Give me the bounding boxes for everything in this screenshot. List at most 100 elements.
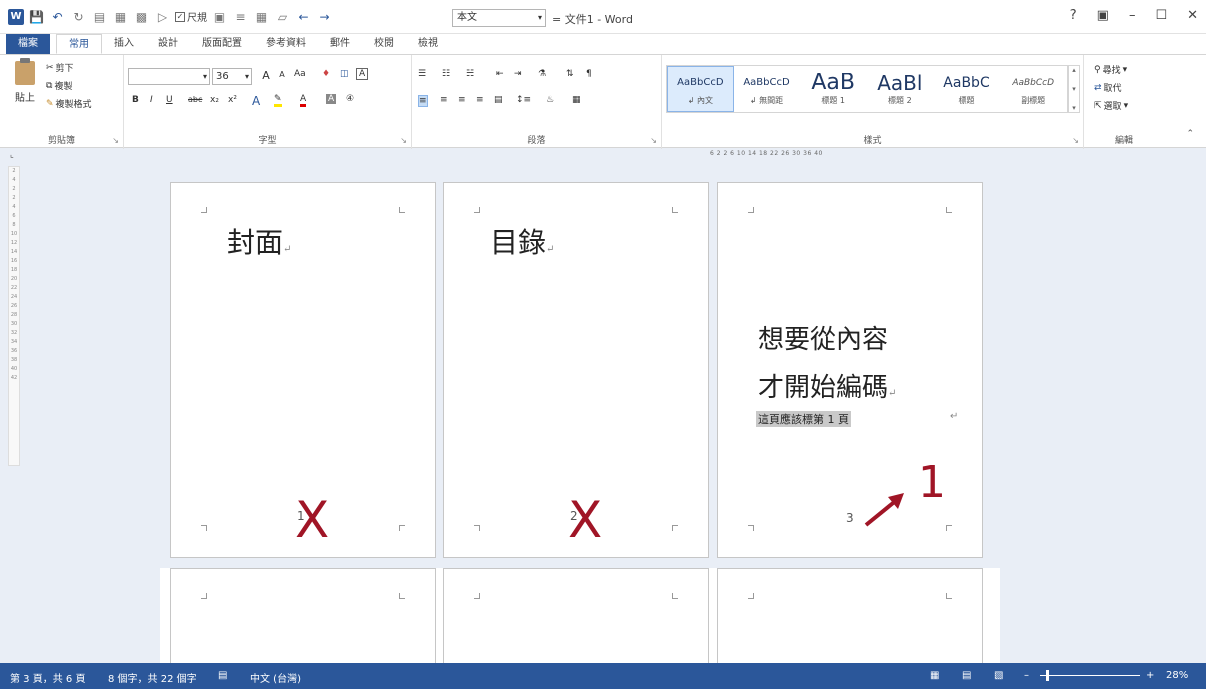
bullets-button[interactable]: ☰ [418,69,426,79]
word-count[interactable]: 8 個字，共 22 個字 [108,670,197,685]
view-icon[interactable]: ▣ [211,8,228,25]
page-count[interactable]: 第 3 頁，共 6 頁 [10,670,85,685]
superscript-button[interactable]: x² [228,95,237,105]
language[interactable]: 中文 (台灣) [250,670,301,685]
borders-button[interactable]: ▦ [572,95,581,105]
line-spacing-button[interactable]: ↕≡ [516,95,531,105]
font-name-input[interactable]: ▾ [128,68,210,85]
styles-gallery-scroll[interactable]: ▴ ▾ ▾ [1068,65,1080,113]
char-shading-button[interactable]: A [326,94,337,104]
back-arrow-icon[interactable]: ← [295,8,312,25]
dialog-launcher-icon[interactable]: ↘ [650,136,657,145]
print-preview-icon[interactable]: ▤ [91,8,108,25]
copy-button[interactable]: ⧉ 複製 [46,79,72,93]
list-icon[interactable]: ≡ [232,8,249,25]
numbering-button[interactable]: ☷ [442,69,450,79]
zoom-in-button[interactable]: + [1146,670,1154,681]
horizontal-ruler[interactable]: 6 2 2 6 10 14 18 22 26 30 36 40 [710,150,980,164]
distributed-button[interactable]: ▤ [494,95,503,105]
proofing-icon[interactable]: ▤ [218,670,227,681]
strikethrough-button[interactable]: abc [188,95,202,104]
vertical-ruler[interactable]: 2 4 2 2 4 6 8 10 12 14 16 18 20 22 24 26 28 30 32 34 36 38 40 4… [8,166,20,466]
format-icon[interactable]: ▷ [154,8,171,25]
tab-insert[interactable]: 插入 [102,34,146,54]
sort-button[interactable]: ⇅ [566,69,574,79]
subscript-button[interactable]: x₂ [210,95,219,105]
tab-selector[interactable]: ⌞ [6,150,18,162]
grow-font-button[interactable]: A [258,69,274,82]
zoom-slider-thumb[interactable] [1046,670,1049,681]
align-right-button[interactable]: ≡ [458,95,466,105]
tab-design[interactable]: 設計 [146,34,190,54]
italic-button[interactable]: I [150,95,153,105]
style-no-spacing[interactable]: AaBbCcD ↲ 無間距 [734,66,801,112]
bold-button[interactable]: B [132,95,139,105]
track-icon[interactable]: ▱ [274,8,291,25]
page-5[interactable] [443,568,709,668]
enclose-char-button[interactable]: ④ [346,94,354,104]
dialog-launcher-icon[interactable]: ↘ [400,136,407,145]
multilevel-button[interactable]: ☵ [466,69,474,79]
chevron-up-icon[interactable]: ▴ [1072,66,1076,74]
read-mode-icon[interactable]: ▦ [930,670,939,681]
insert-table-icon[interactable]: ▩ [133,8,150,25]
underline-button[interactable]: U [166,95,173,105]
paste-button[interactable]: 貼上 [8,58,42,115]
tab-home[interactable]: 常用 [56,34,102,54]
grid-icon[interactable]: ▦ [253,8,270,25]
format-painter-button[interactable]: ✎ 複製格式 [46,97,92,111]
tab-layout[interactable]: 版面配置 [190,34,254,54]
change-case-button[interactable]: Aa [294,69,306,79]
chevron-down-icon[interactable]: ▾ [1072,85,1076,93]
dialog-launcher-icon[interactable]: ↘ [112,136,119,145]
page-1[interactable]: 封面↵ 1 X [170,182,436,558]
collapse-ribbon-icon[interactable]: ⌃ [1186,129,1194,139]
table-icon[interactable]: ▦ [112,8,129,25]
close-button[interactable]: ✕ [1187,8,1198,23]
page-6[interactable] [717,568,983,668]
increase-indent-button[interactable]: ⇥ [514,69,522,79]
page-4[interactable] [170,568,436,668]
style-heading-1[interactable]: AaB 標題 1 [800,66,867,112]
page-3[interactable]: 想要從內容 才開始編碼↵ 這頁應該標第 1 頁 ↵ 3 1 [717,182,983,558]
find-button[interactable]: ⚲ 尋找 ▾ [1094,63,1127,77]
style-title[interactable]: AaBbC 標題 [934,66,1001,112]
show-marks-button[interactable]: ¶ [586,69,592,79]
highlight-button[interactable]: ✎ [274,94,282,107]
asian-layout-button[interactable]: ⚗ [538,69,546,79]
zoom-slider[interactable] [1040,675,1140,676]
shrink-font-button[interactable]: A [274,70,290,79]
style-heading-2[interactable]: AaBl 標題 2 [867,66,934,112]
ruler-toggle[interactable]: ✓ 尺規 [175,9,207,24]
align-left-button[interactable]: ≡ [418,95,428,107]
minimize-button[interactable]: – [1129,8,1136,23]
font-size-input[interactable]: 36 ▾ [212,68,252,85]
redo-icon[interactable]: ↻ [70,8,87,25]
help-button[interactable]: ? [1070,8,1077,23]
more-icon[interactable]: ▾ [1072,104,1076,112]
align-center-button[interactable]: ≡ [440,95,448,105]
tab-references[interactable]: 參考資料 [254,34,318,54]
zoom-level[interactable]: 28% [1166,670,1188,681]
select-button[interactable]: ⇱ 選取 ▾ [1094,99,1128,113]
cut-button[interactable]: ✂ 剪下 [46,61,74,75]
char-border-button[interactable]: A [356,68,369,80]
undo-icon[interactable]: ↶ [49,8,66,25]
tab-review[interactable]: 校閱 [362,34,406,54]
tab-file[interactable]: 檔案 [6,34,50,54]
font-color-button[interactable]: A [300,94,307,107]
ribbon-display-icon[interactable]: ▣ [1097,8,1109,23]
style-subtitle[interactable]: AaBbCcD 副標題 [1000,66,1067,112]
tab-mailings[interactable]: 郵件 [318,34,362,54]
style-combo[interactable]: 本文 ▾ [452,9,546,27]
style-normal[interactable]: AaBbCcD ↲ 內文 [667,66,734,112]
word-app-icon[interactable]: W [8,8,24,25]
decrease-indent-button[interactable]: ⇤ [496,69,504,79]
zoom-out-button[interactable]: – [1024,670,1029,681]
tab-view[interactable]: 檢視 [406,34,450,54]
save-icon[interactable]: 💾 [28,8,45,25]
replace-button[interactable]: ⇄ 取代 [1094,81,1122,95]
web-layout-icon[interactable]: ▧ [994,670,1003,681]
dialog-launcher-icon[interactable]: ↘ [1072,136,1079,145]
forward-arrow-icon[interactable]: → [316,8,333,25]
